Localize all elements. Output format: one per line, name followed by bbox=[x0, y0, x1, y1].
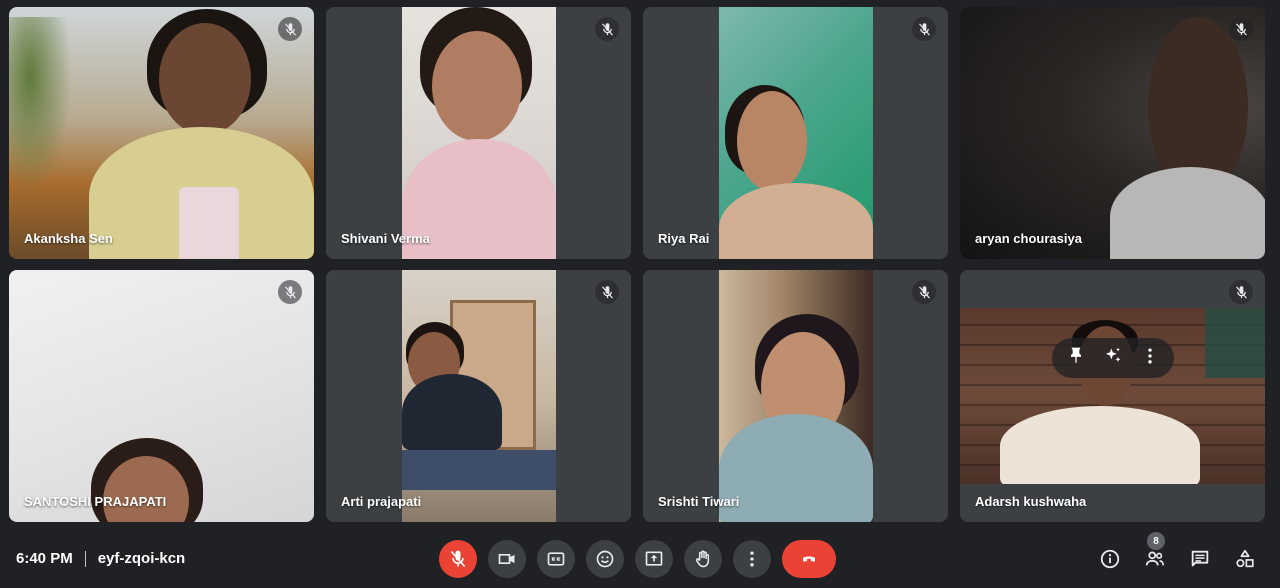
mic-toggle-button[interactable] bbox=[439, 540, 477, 578]
raise-hand-button[interactable] bbox=[684, 540, 722, 578]
mic-off-icon bbox=[278, 280, 302, 304]
divider bbox=[84, 550, 86, 567]
side-panel-buttons: 8 bbox=[1078, 532, 1258, 572]
captions-icon bbox=[547, 552, 565, 566]
present-icon bbox=[645, 551, 663, 566]
more-vert-icon bbox=[750, 551, 754, 567]
mic-off-icon bbox=[278, 17, 302, 41]
call-end-icon bbox=[803, 556, 815, 562]
camera-toggle-button[interactable] bbox=[488, 540, 526, 578]
participant-name: Riya Rai bbox=[658, 231, 710, 246]
chat-icon bbox=[1191, 550, 1209, 567]
participant-video bbox=[719, 270, 873, 522]
mic-off-icon bbox=[595, 280, 619, 304]
participant-video bbox=[719, 7, 873, 259]
call-controls bbox=[439, 540, 847, 578]
info-icon bbox=[1100, 549, 1120, 569]
participant-tile[interactable]: Arti prajapati bbox=[326, 270, 631, 522]
participant-video bbox=[9, 7, 314, 259]
captions-button[interactable] bbox=[537, 540, 575, 578]
video-grid: Akanksha Sen Shivani Verma Riya Rai arya… bbox=[9, 7, 1266, 522]
participant-name: Arti prajapati bbox=[341, 494, 422, 509]
chat-button[interactable] bbox=[1187, 546, 1213, 572]
participant-video bbox=[960, 7, 1265, 259]
participant-tile[interactable]: Shivani Verma bbox=[326, 7, 631, 259]
participant-name: Adarsh kushwaha bbox=[975, 494, 1087, 509]
participant-tile[interactable]: Riya Rai bbox=[643, 7, 948, 259]
participant-tile[interactable]: Adarsh kushwaha bbox=[960, 270, 1265, 522]
people-button[interactable]: 8 bbox=[1142, 532, 1168, 572]
emoji-icon bbox=[596, 550, 614, 568]
participant-tile[interactable]: aryan chourasiya bbox=[960, 7, 1265, 259]
meeting-details-button[interactable] bbox=[1097, 546, 1123, 572]
tile-hover-controls bbox=[1052, 338, 1174, 378]
activities-button[interactable] bbox=[1232, 546, 1258, 572]
participant-name: SANTOSHI PRAJAPATI bbox=[24, 494, 167, 509]
meeting-code[interactable]: eyf-zqoi-kcn bbox=[98, 550, 186, 567]
people-icon bbox=[1145, 551, 1165, 566]
mic-off-icon bbox=[595, 17, 619, 41]
participant-tile[interactable]: SANTOSHI PRAJAPATI bbox=[9, 270, 314, 522]
activities-icon bbox=[1236, 549, 1254, 568]
mic-off-icon bbox=[912, 280, 936, 304]
more-vert-icon[interactable] bbox=[1140, 346, 1160, 371]
participant-name: Shivani Verma bbox=[341, 231, 430, 246]
pin-icon[interactable] bbox=[1066, 346, 1086, 371]
participant-name: Srishti Tiwari bbox=[658, 494, 740, 509]
participant-count-badge: 8 bbox=[1147, 532, 1165, 550]
participant-video bbox=[402, 270, 556, 522]
sparkle-effects-icon[interactable] bbox=[1103, 346, 1123, 371]
meeting-details: 6:40 PM eyf-zqoi-kcn bbox=[16, 550, 185, 567]
participant-name: Akanksha Sen bbox=[24, 231, 113, 246]
present-now-button[interactable] bbox=[635, 540, 673, 578]
emoji-reaction-button[interactable] bbox=[586, 540, 624, 578]
videocam-icon bbox=[498, 554, 515, 564]
participant-video bbox=[402, 7, 556, 259]
bottom-toolbar: 6:40 PM eyf-zqoi-kcn 8 bbox=[0, 530, 1280, 588]
meeting-time: 6:40 PM bbox=[16, 550, 73, 567]
raise-hand-icon bbox=[695, 550, 710, 568]
participant-tile[interactable]: Akanksha Sen bbox=[9, 7, 314, 259]
mic-off-icon bbox=[1229, 17, 1253, 41]
participant-video bbox=[9, 270, 314, 522]
participant-tile[interactable]: Srishti Tiwari bbox=[643, 270, 948, 522]
leave-call-button[interactable] bbox=[782, 540, 836, 578]
more-options-button[interactable] bbox=[733, 540, 771, 578]
mic-off-icon bbox=[912, 17, 936, 41]
participant-video bbox=[960, 308, 1265, 484]
participant-name: aryan chourasiya bbox=[975, 231, 1082, 246]
mic-off-icon bbox=[450, 550, 466, 568]
mic-off-icon bbox=[1229, 280, 1253, 304]
